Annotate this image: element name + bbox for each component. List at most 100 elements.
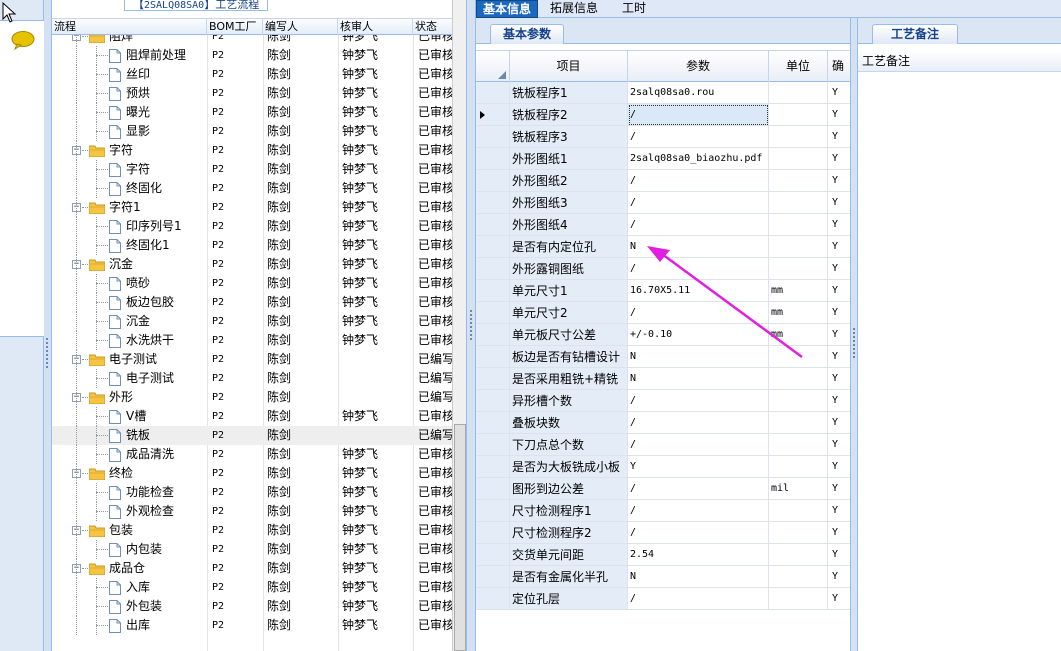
- param-confirm-cell[interactable]: Y: [828, 324, 852, 346]
- tree-item-row[interactable]: V槽 P2 陈剑 钟梦飞 已审核: [52, 407, 452, 426]
- param-confirm-cell[interactable]: Y: [828, 82, 852, 104]
- tree-item-row[interactable]: 喷砂 P2 陈剑 钟梦飞 已审核: [52, 274, 452, 293]
- param-value-cell[interactable]: /: [628, 302, 769, 324]
- tree-item-row[interactable]: 预烘 P2 陈剑 钟梦飞 已审核: [52, 84, 452, 103]
- col-header-status[interactable]: 状态: [413, 19, 453, 35]
- param-row[interactable]: 铣板程序2/ Y: [476, 104, 852, 126]
- param-confirm-cell[interactable]: Y: [828, 434, 852, 456]
- tab-basic-params[interactable]: 基本参数: [490, 24, 565, 44]
- param-confirm-cell[interactable]: Y: [828, 412, 852, 434]
- param-confirm-cell[interactable]: Y: [828, 126, 852, 148]
- param-confirm-cell[interactable]: Y: [828, 478, 852, 500]
- tree-folder-row[interactable]: − 字符 P2 陈剑 钟梦飞 已审核: [52, 141, 452, 160]
- param-confirm-cell[interactable]: Y: [828, 192, 852, 214]
- param-value-cell[interactable]: /: [628, 258, 769, 280]
- param-unit-cell[interactable]: [769, 368, 828, 390]
- tree-folder-row[interactable]: − 字符1 P2 陈剑 钟梦飞 已审核: [52, 198, 452, 217]
- param-value-cell[interactable]: 2salq08sa0.rou: [628, 82, 769, 104]
- col-header-process[interactable]: 流程: [52, 19, 207, 35]
- scrollbar-thumb[interactable]: [454, 424, 466, 651]
- row-indicator[interactable]: [476, 236, 510, 258]
- chat-bubble-icon[interactable]: [11, 30, 35, 50]
- param-confirm-cell[interactable]: Y: [828, 302, 852, 324]
- param-unit-cell[interactable]: [769, 522, 828, 544]
- param-unit-cell[interactable]: [769, 456, 828, 478]
- param-value-cell[interactable]: N: [628, 368, 769, 390]
- tree-item-row[interactable]: 显影 P2 陈剑 钟梦飞 已审核: [52, 122, 452, 141]
- param-value-cell[interactable]: N: [628, 566, 769, 588]
- row-indicator[interactable]: [476, 544, 510, 566]
- param-confirm-cell[interactable]: Y: [828, 104, 852, 126]
- param-row[interactable]: 异形槽个数 / Y: [476, 390, 852, 412]
- param-value-cell[interactable]: /: [628, 412, 769, 434]
- param-unit-cell[interactable]: [769, 434, 828, 456]
- param-row[interactable]: 外形图纸3/ Y: [476, 192, 852, 214]
- notes-column-header[interactable]: 工艺备注: [858, 50, 1061, 72]
- param-confirm-cell[interactable]: Y: [828, 522, 852, 544]
- param-value-cell[interactable]: 16.70X5.11: [628, 280, 769, 302]
- tree-folder-row[interactable]: − 成品仓 P2 陈剑 钟梦飞 已审核: [52, 559, 452, 578]
- param-row[interactable]: 是否有内定位孔 N Y: [476, 236, 852, 258]
- param-confirm-cell[interactable]: Y: [828, 214, 852, 236]
- tree-item-row[interactable]: 功能检查 P2 陈剑 钟梦飞 已审核: [52, 483, 452, 502]
- param-unit-cell[interactable]: [769, 412, 828, 434]
- tab-extended-info[interactable]: 拓展信息: [544, 0, 604, 18]
- tab-work-hours[interactable]: 工时: [616, 0, 652, 18]
- col-header-param[interactable]: 参数: [628, 51, 769, 82]
- param-value-cell[interactable]: /: [628, 522, 769, 544]
- param-value-cell[interactable]: +/-0.10: [628, 324, 769, 346]
- right-splitter[interactable]: [850, 18, 858, 651]
- middle-splitter[interactable]: [466, 0, 476, 651]
- row-indicator[interactable]: [476, 434, 510, 456]
- tree-item-row[interactable]: 终固化 P2 陈剑 钟梦飞 已审核: [52, 179, 452, 198]
- param-row[interactable]: 是否为大板铣成小板 Y Y: [476, 456, 852, 478]
- param-confirm-cell[interactable]: Y: [828, 544, 852, 566]
- param-confirm-cell[interactable]: Y: [828, 500, 852, 522]
- col-header-unit[interactable]: 单位: [769, 51, 828, 82]
- tree-folder-row[interactable]: − 电子测试 P2 陈剑 已编写: [52, 350, 452, 369]
- tab-process-notes[interactable]: 工艺备注: [872, 24, 958, 44]
- param-value-cell[interactable]: /: [628, 434, 769, 456]
- param-row[interactable]: 单元板尺寸公差 +/-0.10 mm Y: [476, 324, 852, 346]
- col-header-bom[interactable]: BOM工厂: [207, 19, 263, 35]
- param-confirm-cell[interactable]: Y: [828, 566, 852, 588]
- param-unit-cell[interactable]: [769, 148, 828, 170]
- param-row[interactable]: 尺寸检测程序1/ Y: [476, 500, 852, 522]
- param-row[interactable]: 尺寸检测程序2/ Y: [476, 522, 852, 544]
- param-value-cell[interactable]: /: [628, 478, 769, 500]
- param-value-cell[interactable]: /: [628, 390, 769, 412]
- param-row[interactable]: 板边是否有钻槽设计 N Y: [476, 346, 852, 368]
- tab-basic-info[interactable]: 基本信息: [476, 0, 539, 18]
- param-unit-cell[interactable]: [769, 588, 828, 610]
- param-confirm-cell[interactable]: Y: [828, 148, 852, 170]
- tree-item-row[interactable]: 印序列号1 P2 陈剑 钟梦飞 已审核: [52, 217, 452, 236]
- param-row[interactable]: 下刀点总个数 / Y: [476, 434, 852, 456]
- row-indicator[interactable]: [476, 390, 510, 412]
- param-confirm-cell[interactable]: Y: [828, 236, 852, 258]
- param-unit-cell[interactable]: [769, 192, 828, 214]
- param-unit-cell[interactable]: mm: [769, 324, 828, 346]
- param-confirm-cell[interactable]: Y: [828, 390, 852, 412]
- row-indicator[interactable]: [476, 500, 510, 522]
- tree-item-row[interactable]: 丝印 P2 陈剑 钟梦飞 已审核: [52, 65, 452, 84]
- param-row[interactable]: 铣板程序3/ Y: [476, 126, 852, 148]
- left-splitter[interactable]: [44, 0, 52, 651]
- param-confirm-cell[interactable]: Y: [828, 456, 852, 478]
- param-unit-cell[interactable]: [769, 566, 828, 588]
- tree-item-row[interactable]: 阻焊前处理 P2 陈剑 钟梦飞 已审核: [52, 46, 452, 65]
- col-header-reviewer[interactable]: 核审人: [338, 19, 413, 35]
- param-row[interactable]: 外形露铜图纸 / Y: [476, 258, 852, 280]
- param-confirm-cell[interactable]: Y: [828, 588, 852, 610]
- param-confirm-cell[interactable]: Y: [828, 368, 852, 390]
- param-row[interactable]: 定位孔层 / Y: [476, 588, 852, 610]
- param-confirm-cell[interactable]: Y: [828, 346, 852, 368]
- param-unit-cell[interactable]: [769, 236, 828, 258]
- row-indicator[interactable]: [476, 104, 510, 126]
- param-value-cell[interactable]: Y: [628, 456, 769, 478]
- col-header-confirm[interactable]: 确: [828, 51, 852, 82]
- param-value-cell[interactable]: /: [628, 214, 769, 236]
- row-indicator[interactable]: [476, 324, 510, 346]
- param-row[interactable]: 图形到边公差 / mil Y: [476, 478, 852, 500]
- tree-item-row[interactable]: 电子测试 P2 陈剑 已编写: [52, 369, 452, 388]
- param-row[interactable]: 是否有金属化半孔 N Y: [476, 566, 852, 588]
